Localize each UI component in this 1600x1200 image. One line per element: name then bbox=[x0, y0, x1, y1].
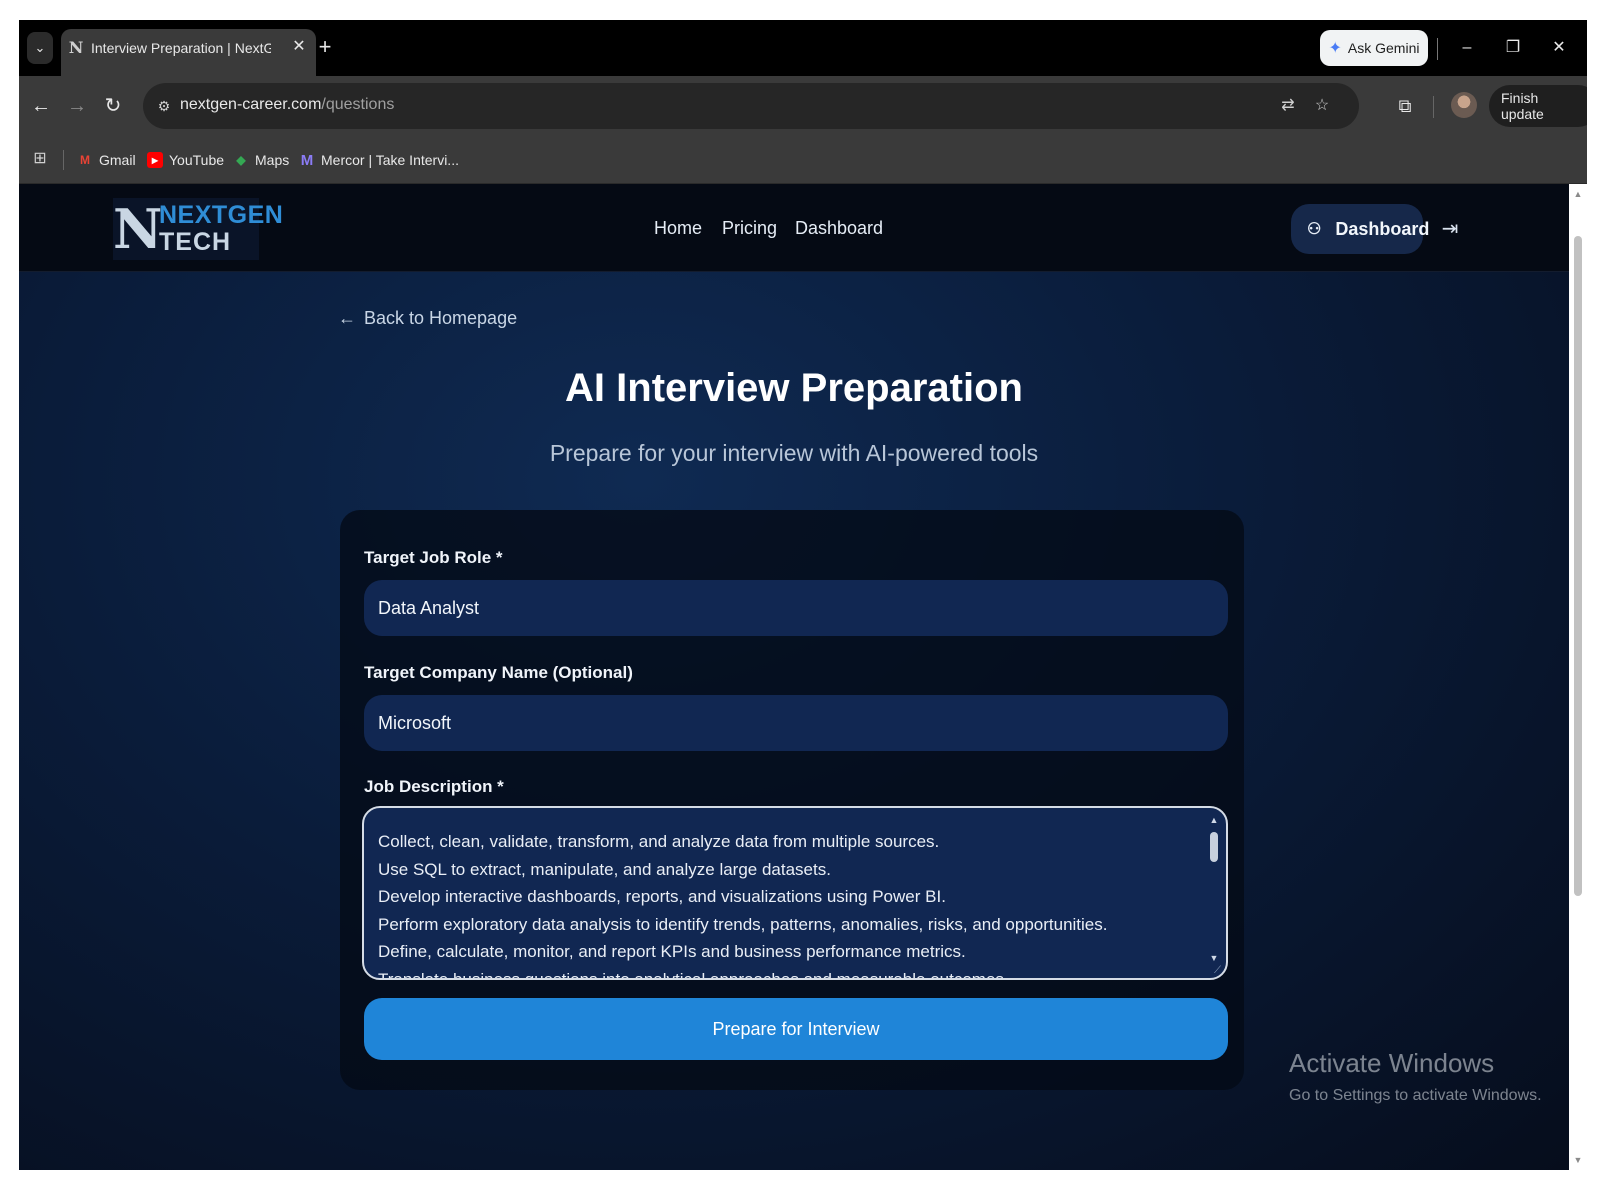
nav-home[interactable]: Home bbox=[654, 218, 702, 239]
restore-icon[interactable]: ❐ bbox=[1499, 34, 1527, 62]
url-domain: nextgen-career.com bbox=[180, 96, 322, 113]
close-tab-icon[interactable]: ✕ bbox=[289, 37, 309, 57]
logo-text: NEXTGEN TECH bbox=[159, 203, 283, 255]
gemini-sparkle-icon: ✦ bbox=[1328, 40, 1342, 57]
job-role-input[interactable]: Data Analyst bbox=[364, 580, 1228, 636]
company-name-input[interactable]: Microsoft bbox=[364, 695, 1228, 751]
nav-dashboard[interactable]: Dashboard bbox=[795, 218, 883, 239]
gmail-icon: M bbox=[80, 153, 90, 167]
bookmark-label: Gmail bbox=[99, 152, 136, 168]
site-info-icon[interactable]: ⚙ bbox=[153, 95, 175, 117]
tab-search-button[interactable]: ⌄ bbox=[27, 32, 53, 64]
bookmark-label: Mercor | Take Intervi... bbox=[321, 152, 459, 168]
chevron-down-icon: ⌄ bbox=[34, 40, 46, 55]
translate-icon[interactable]: ⇄ bbox=[1277, 95, 1299, 117]
url-path: /questions bbox=[321, 96, 395, 113]
job-description-text: Collect, clean, validate, transform, and… bbox=[378, 828, 1198, 980]
bookmarks-bar: ⊞ M Gmail ▶ YouTube ◆ Maps M Mercor | Ta… bbox=[19, 136, 1587, 184]
maps-icon: ◆ bbox=[236, 153, 246, 167]
back-link-label: Back to Homepage bbox=[364, 308, 518, 328]
logo-line-1: NEXTGEN bbox=[159, 201, 284, 229]
tab-strip: ⌄ N Interview Preparation | NextGen Tech… bbox=[19, 20, 1587, 76]
minimize-icon[interactable]: – bbox=[1453, 34, 1481, 62]
bookmark-gmail[interactable]: M Gmail bbox=[77, 150, 136, 170]
user-icon: ⚇ bbox=[1307, 221, 1322, 238]
profile-avatar[interactable] bbox=[1451, 92, 1477, 118]
mercor-icon: M bbox=[300, 151, 314, 169]
site-header: N NEXTGEN TECH Home Pricing Dashboard ⚇ … bbox=[19, 184, 1569, 272]
youtube-icon: ▶ bbox=[147, 152, 163, 168]
textarea-scrollbar[interactable]: ▲ ▼ bbox=[1208, 814, 1220, 974]
tab-title: Interview Preparation | NextGen Tech bbox=[91, 40, 271, 56]
page-scrollbar[interactable]: ▲ ▼ bbox=[1569, 184, 1587, 1170]
extensions-icon[interactable]: ⧉ bbox=[1391, 92, 1419, 120]
dashboard-button[interactable]: ⚇ Dashboard bbox=[1291, 204, 1429, 254]
browser-tab[interactable]: N Interview Preparation | NextGen Tech ✕ bbox=[61, 29, 316, 76]
description-line: Use SQL to extract, manipulate, and anal… bbox=[378, 859, 831, 879]
nav-pricing[interactable]: Pricing bbox=[722, 218, 777, 239]
company-name-label: Target Company Name (Optional) bbox=[364, 663, 633, 682]
resize-grip-icon[interactable]: ⟋ bbox=[1214, 966, 1224, 976]
apps-grid-icon[interactable]: ⊞ bbox=[29, 148, 51, 170]
forward-arrow-icon[interactable]: → bbox=[63, 92, 91, 120]
prepare-for-interview-button[interactable]: Prepare for Interview bbox=[364, 998, 1228, 1060]
finish-update-label: Finish update bbox=[1501, 90, 1544, 122]
description-line: Translate business questions into analyt… bbox=[378, 969, 1009, 980]
browser-window: ⌄ N Interview Preparation | NextGen Tech… bbox=[19, 20, 1587, 1170]
logout-icon[interactable]: ⇥ bbox=[1437, 216, 1463, 242]
scroll-down-icon[interactable]: ▼ bbox=[1572, 1154, 1584, 1166]
close-window-icon[interactable]: ✕ bbox=[1545, 34, 1573, 62]
browser-toolbar: ← → ↻ ⚙ nextgen-career.com/questions ⇄ ☆… bbox=[19, 76, 1587, 136]
bookmark-star-icon[interactable]: ☆ bbox=[1311, 95, 1333, 117]
divider bbox=[63, 150, 64, 170]
description-line: Collect, clean, validate, transform, and… bbox=[378, 832, 940, 851]
job-role-label: Target Job Role * bbox=[364, 548, 503, 567]
scroll-up-icon[interactable]: ▲ bbox=[1208, 814, 1220, 826]
ask-gemini-label: Ask Gemini bbox=[1347, 40, 1420, 56]
dashboard-button-label: Dashboard bbox=[1335, 218, 1430, 239]
address-bar[interactable]: ⚙ nextgen-career.com/questions ⇄ ☆ bbox=[143, 83, 1359, 129]
reload-icon[interactable]: ↻ bbox=[99, 92, 127, 120]
divider bbox=[1433, 96, 1434, 118]
finish-update-button[interactable]: Finish update ⋮ bbox=[1489, 85, 1587, 127]
bookmark-label: YouTube bbox=[169, 152, 225, 168]
bookmark-label: Maps bbox=[255, 152, 290, 168]
watermark-title: Activate Windows bbox=[1289, 1048, 1495, 1078]
back-to-homepage-link[interactable]: ← Back to Homepage bbox=[338, 308, 517, 329]
arrow-left-icon: ← bbox=[338, 308, 356, 328]
site-logo[interactable]: N NEXTGEN TECH bbox=[113, 197, 283, 261]
more-menu-icon: ⋮ bbox=[1585, 98, 1587, 115]
bookmark-mercor[interactable]: M Mercor | Take Intervi... bbox=[299, 150, 459, 170]
scroll-down-icon[interactable]: ▼ bbox=[1208, 952, 1220, 964]
bookmark-youtube[interactable]: ▶ YouTube bbox=[147, 150, 224, 170]
bookmark-maps[interactable]: ◆ Maps bbox=[233, 150, 289, 170]
watermark-subtitle: Go to Settings to activate Windows. bbox=[1289, 1087, 1542, 1104]
tab-favicon-icon: N bbox=[68, 38, 84, 57]
description-line: Perform exploratory data analysis to ide… bbox=[378, 914, 1108, 934]
job-description-label: Job Description * bbox=[364, 777, 504, 796]
ask-gemini-button[interactable]: ✦ Ask Gemini bbox=[1320, 30, 1428, 66]
new-tab-button[interactable]: + bbox=[311, 34, 339, 62]
page-scroll-thumb[interactable] bbox=[1574, 236, 1582, 896]
back-arrow-icon[interactable]: ← bbox=[27, 92, 55, 120]
logo-line-2: TECH bbox=[159, 228, 232, 256]
divider bbox=[1437, 38, 1438, 60]
page-title: AI Interview Preparation bbox=[565, 366, 1023, 410]
activate-windows-watermark: Activate Windows Go to Settings to activ… bbox=[1289, 1048, 1542, 1105]
page-subtitle: Prepare for your interview with AI-power… bbox=[549, 440, 1039, 466]
url-text[interactable]: nextgen-career.com/questions bbox=[180, 96, 394, 114]
interview-form-card: Target Job Role * Data Analyst Target Co… bbox=[340, 510, 1244, 1090]
logo-mark: N bbox=[113, 197, 163, 261]
description-line: Develop interactive dashboards, reports,… bbox=[378, 887, 946, 907]
description-line: Define, calculate, monitor, and report K… bbox=[378, 942, 966, 962]
job-description-textarea[interactable]: Collect, clean, validate, transform, and… bbox=[362, 806, 1228, 980]
scroll-up-icon[interactable]: ▲ bbox=[1572, 188, 1584, 200]
textarea-scroll-thumb[interactable] bbox=[1210, 832, 1218, 862]
page-content: N NEXTGEN TECH Home Pricing Dashboard ⚇ … bbox=[19, 184, 1569, 1170]
